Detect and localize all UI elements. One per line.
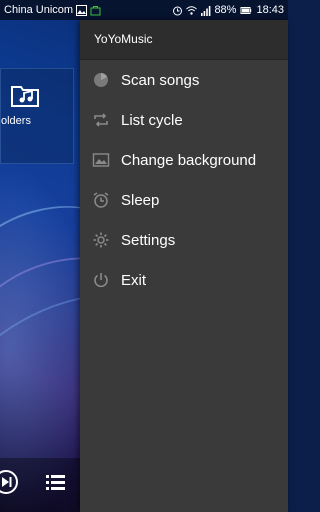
menu-item-label: Exit [121,271,147,289]
folders-tile[interactable]: olders [0,68,74,164]
scan-icon [94,73,108,87]
status-bar: China Unicom 88% 18:43 [0,0,288,20]
folders-label: olders [1,115,31,127]
alarm-icon [173,6,183,15]
battery-icon [240,6,252,14]
power-icon [94,273,108,288]
image-notification-icon [76,4,88,16]
menu-item-settings[interactable]: Settings [80,220,288,260]
menu-item-exit[interactable]: Exit [80,260,288,300]
repeat-icon [94,113,108,127]
drawer-header: YoYoMusic [80,20,288,60]
menu-item-label: Settings [121,231,176,249]
next-icon[interactable] [0,468,20,496]
carrier-label: China Unicom [4,4,74,16]
drawer-title: YoYoMusic [94,32,153,46]
menu-item-scan-songs[interactable]: Scan songs [80,60,288,100]
clock: 18:43 [256,4,284,16]
menu-item-label: Scan songs [121,71,200,89]
menu-item-label: List cycle [121,111,183,129]
playlist-icon[interactable] [42,468,70,496]
menu-item-sleep[interactable]: Sleep [80,180,288,220]
gear-icon [93,232,109,248]
player-bottom-bar [0,458,80,512]
menu-item-label: Change background [121,151,257,169]
music-folder-icon [11,86,39,107]
signal-icon [201,5,211,16]
menu-item-list-cycle[interactable]: List cycle [80,100,288,140]
battery-percent: 88% [214,4,237,16]
menu-item-change-background[interactable]: Change background [80,140,288,180]
bag-icon [90,5,101,15]
image-icon [92,153,110,167]
menu-item-label: Sleep [121,191,160,209]
alarm-clock-icon [93,192,109,208]
navigation-drawer: YoYoMusic Scan songs List cycle Change b… [80,20,288,512]
wifi-icon [186,5,198,15]
